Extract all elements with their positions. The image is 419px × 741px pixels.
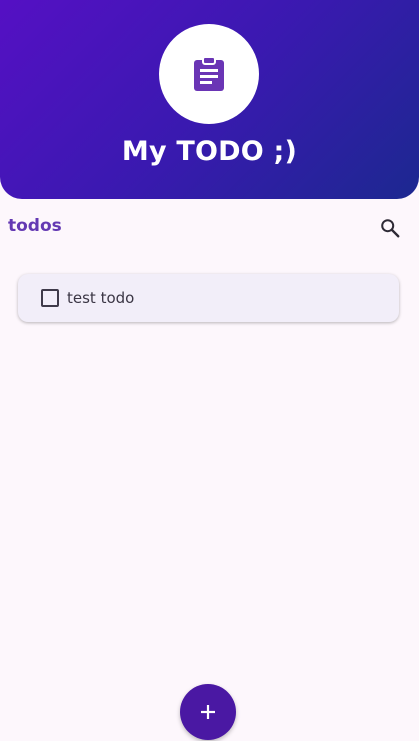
todo-text: test todo (67, 289, 135, 307)
todo-checkbox[interactable] (41, 289, 59, 307)
search-button[interactable] (376, 214, 404, 242)
search-icon (381, 219, 400, 238)
add-todo-button[interactable] (180, 684, 236, 740)
app-title: My TODO ;) (121, 136, 298, 167)
todo-item[interactable]: test todo (18, 274, 399, 322)
plus-icon (201, 705, 215, 719)
logo-badge (159, 24, 259, 124)
app-screen: My TODO ;) todos test todo (0, 0, 419, 741)
app-header: My TODO ;) (0, 0, 419, 199)
clipboard-text-icon (194, 56, 224, 91)
section-title: todos (8, 216, 62, 236)
